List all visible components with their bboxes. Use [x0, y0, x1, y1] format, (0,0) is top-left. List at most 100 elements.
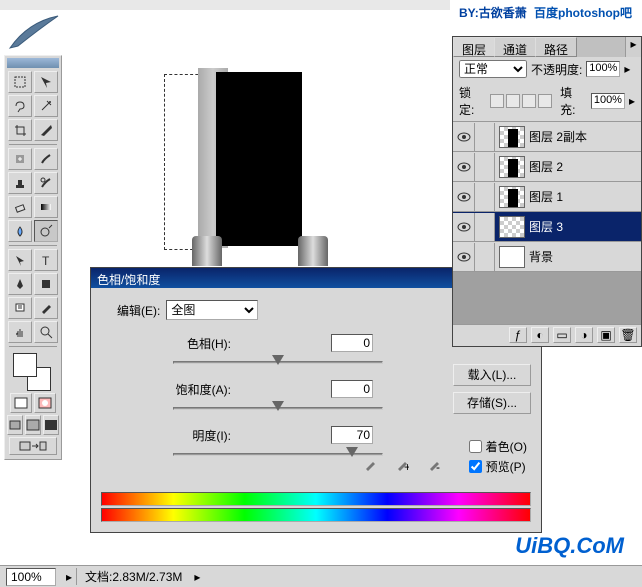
colorize-checkbox[interactable]: 着色(O) [469, 438, 527, 455]
chevron-icon[interactable]: ▸ [62, 570, 76, 584]
credit-baidu: 百度photoshop吧 [534, 6, 632, 20]
adjustment-icon[interactable]: ◑ [575, 327, 593, 343]
layer-name: 图层 2 [529, 158, 563, 175]
visibility-icon[interactable] [453, 183, 475, 211]
saturation-input[interactable] [331, 380, 373, 398]
lock-paint-icon[interactable] [506, 94, 520, 108]
credit-by: BY:古欲香萧 [459, 6, 527, 20]
eyedropper-icon[interactable] [361, 456, 379, 474]
new-layer-icon[interactable]: ▣ [597, 327, 615, 343]
layer-row[interactable]: 图层 1 [453, 182, 641, 212]
slice-tool[interactable] [34, 119, 58, 141]
hue-input[interactable] [331, 334, 373, 352]
visibility-icon[interactable] [453, 153, 475, 181]
svg-text:+: + [404, 460, 409, 472]
wand-tool[interactable] [34, 95, 58, 117]
fill-value[interactable]: 100% [591, 93, 625, 109]
dodge-tool[interactable] [34, 220, 58, 242]
lock-move-icon[interactable] [522, 94, 536, 108]
edit-select[interactable]: 全图 [166, 300, 258, 320]
saturation-slider[interactable] [173, 400, 383, 418]
tab-channels[interactable]: 通道 [494, 37, 536, 57]
zoom-tool[interactable] [34, 321, 58, 343]
toolbox-titlebar[interactable] [7, 58, 59, 68]
eraser-tool[interactable] [8, 196, 32, 218]
crop-tool[interactable] [8, 119, 32, 141]
lock-all-icon[interactable] [538, 94, 552, 108]
chevron-down-icon[interactable]: ▸ [629, 94, 635, 108]
hue-label: 色相(H): [101, 335, 231, 352]
layer-name: 图层 2副本 [529, 128, 587, 145]
zoom-field[interactable]: 100% [6, 568, 56, 586]
screen-full-menu-icon[interactable] [25, 415, 41, 435]
save-button[interactable]: 存储(S)... [453, 392, 531, 414]
layer-thumb [499, 156, 525, 178]
marquee-tool[interactable] [8, 71, 32, 93]
type-tool[interactable]: T [34, 249, 58, 271]
layer-thumb [499, 186, 525, 208]
foreground-swatch[interactable] [13, 353, 37, 377]
status-bar: 100% ▸ 文档:2.83M/2.73M ▸ [0, 565, 642, 587]
quickmask-mode-icon[interactable] [34, 393, 56, 413]
layer-row[interactable]: 背景 [453, 242, 641, 272]
lock-trans-icon[interactable] [490, 94, 504, 108]
color-swatches[interactable] [9, 351, 57, 389]
visibility-icon[interactable] [453, 243, 475, 271]
history-brush-tool[interactable] [34, 172, 58, 194]
mask-icon[interactable]: ◐ [531, 327, 549, 343]
jump-to-imageready[interactable] [9, 437, 57, 455]
svg-text:-: - [436, 460, 440, 472]
healing-tool[interactable] [8, 148, 32, 170]
svg-text:T: T [42, 254, 50, 267]
trash-icon[interactable]: 🗑 [619, 327, 637, 343]
brush-tool[interactable] [34, 148, 58, 170]
fx-icon[interactable]: ƒ [509, 327, 527, 343]
layer-row[interactable]: 图层 2 [453, 152, 641, 182]
chevron-icon[interactable]: ▸ [190, 570, 204, 584]
lock-label: 锁定: [459, 84, 486, 118]
panel-menu-icon[interactable]: ▸ [625, 37, 641, 57]
screen-full-icon[interactable] [43, 415, 59, 435]
path-select-tool[interactable] [8, 249, 32, 271]
lightness-slider[interactable] [173, 446, 383, 464]
lightness-input[interactable] [331, 426, 373, 444]
move-tool[interactable] [34, 71, 58, 93]
shape-tool[interactable] [34, 273, 58, 295]
layer-thumb [499, 246, 525, 268]
gradient-tool[interactable] [34, 196, 58, 218]
saturation-label: 饱和度(A): [101, 381, 231, 398]
screen-standard-icon[interactable] [7, 415, 23, 435]
stamp-tool[interactable] [8, 172, 32, 194]
folder-icon[interactable]: ▭ [553, 327, 571, 343]
hue-slider[interactable] [173, 354, 383, 372]
visibility-icon[interactable] [453, 213, 475, 241]
layer-name: 图层 1 [529, 188, 563, 205]
app-logo-icon [8, 12, 60, 52]
fill-label: 填充: [560, 84, 587, 118]
artwork-blackbox [216, 72, 302, 246]
lasso-tool[interactable] [8, 95, 32, 117]
layer-row[interactable]: 图层 3 [453, 212, 641, 242]
watermark: UiBQ.CoM [515, 533, 624, 559]
blend-mode-select[interactable]: 正常 [459, 60, 527, 78]
chevron-down-icon[interactable]: ▸ [624, 62, 630, 76]
artwork-cylinder-right [298, 236, 328, 266]
load-button[interactable]: 载入(L)... [453, 364, 531, 386]
layer-name: 图层 3 [529, 218, 563, 235]
standard-mode-icon[interactable] [10, 393, 32, 413]
tab-paths[interactable]: 路径 [535, 37, 577, 57]
eyedropper-add-icon[interactable]: + [393, 456, 411, 474]
blur-tool[interactable] [8, 220, 32, 242]
eyedropper-subtract-icon[interactable]: - [425, 456, 443, 474]
notes-tool[interactable] [8, 297, 32, 319]
preview-checkbox[interactable]: 预览(P) [469, 458, 527, 475]
layers-panel: 图层 通道 路径 ▸ 正常 不透明度: 100%▸ 锁定: 填充: 100%▸ … [452, 36, 642, 347]
hand-tool[interactable] [8, 321, 32, 343]
tab-layers[interactable]: 图层 [453, 37, 495, 57]
visibility-icon[interactable] [453, 123, 475, 151]
layer-row[interactable]: 图层 2副本 [453, 122, 641, 152]
opacity-value[interactable]: 100% [586, 61, 620, 77]
eyedropper-tool[interactable] [34, 297, 58, 319]
pen-tool[interactable] [8, 273, 32, 295]
layer-thumb [499, 216, 525, 238]
